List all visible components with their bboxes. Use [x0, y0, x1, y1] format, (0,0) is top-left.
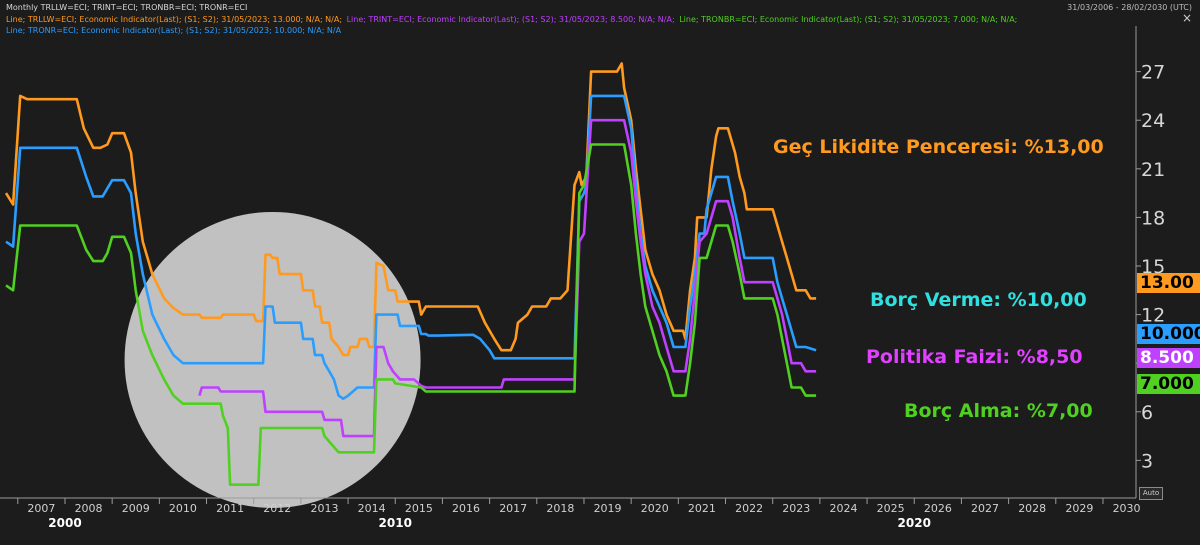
x-tick-label: 2021: [688, 502, 716, 515]
y-tick-label: 3: [1141, 450, 1153, 472]
y-tick-label: 21: [1141, 159, 1165, 181]
annotation-int: Politika Faizi: %8,50: [860, 343, 1089, 371]
x-tick-label: 2007: [27, 502, 55, 515]
x-tick-label: 2017: [499, 502, 527, 515]
annotation-llw: Geç Likidite Penceresi: %13,00: [767, 133, 1110, 161]
x-decade-label: 2010: [379, 516, 412, 530]
auto-scale-button[interactable]: Auto: [1139, 487, 1163, 500]
last-value-badge-llw: 13.00: [1137, 273, 1200, 293]
y-tick-label: 24: [1141, 110, 1165, 132]
x-tick-label: 2012: [263, 502, 291, 515]
last-value-badge-onr: 10.000: [1137, 324, 1200, 344]
x-tick-label: 2010: [169, 502, 197, 515]
annotation-onr: Borç Verme: %10,00: [864, 286, 1093, 314]
x-tick-label: 2027: [971, 502, 999, 515]
x-decade-label: 2000: [48, 516, 81, 530]
x-tick-label: 2024: [829, 502, 857, 515]
x-tick-label: 2020: [641, 502, 669, 515]
x-tick-label: 2023: [782, 502, 810, 515]
x-tick-label: 2013: [310, 502, 338, 515]
x-tick-label: 2018: [546, 502, 574, 515]
x-tick-label: 2008: [75, 502, 103, 515]
x-decade-label: 2020: [898, 516, 931, 530]
x-tick-label: 2019: [594, 502, 622, 515]
chart-window: Monthly TRLLW=ECI; TRINT=ECI; TRONBR=ECI…: [0, 0, 1200, 545]
y-tick-label: 6: [1141, 402, 1153, 424]
x-tick-label: 2011: [216, 502, 244, 515]
x-tick-label: 2016: [452, 502, 480, 515]
x-tick-label: 2014: [358, 502, 386, 515]
x-tick-label: 2028: [1018, 502, 1046, 515]
x-tick-label: 2030: [1113, 502, 1141, 515]
x-tick-label: 2029: [1065, 502, 1093, 515]
annotation-onbr: Borç Alma: %7,00: [898, 397, 1099, 425]
last-value-badge-int: 8.500: [1137, 348, 1200, 368]
x-tick-label: 2015: [405, 502, 433, 515]
x-tick-label: 2026: [924, 502, 952, 515]
line-chart-svg[interactable]: 361215182124272007 2008 2009 2010 2011 2012 20…: [0, 0, 1200, 545]
x-tick-label: 2009: [122, 502, 150, 515]
x-tick-label: 2025: [877, 502, 905, 515]
x-tick-label: 2022: [735, 502, 763, 515]
last-value-badge-onbr: 7.000: [1137, 374, 1200, 394]
y-tick-label: 27: [1141, 62, 1165, 84]
y-tick-label: 18: [1141, 207, 1165, 229]
